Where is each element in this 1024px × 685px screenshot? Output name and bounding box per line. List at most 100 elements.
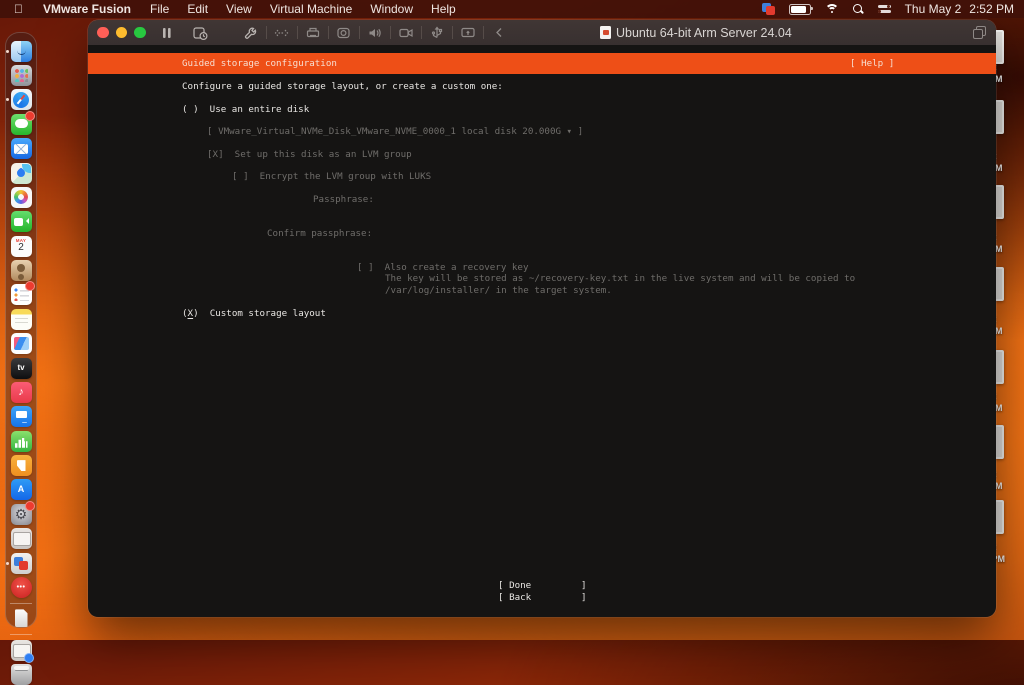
pause-vm-button[interactable] bbox=[156, 24, 178, 42]
dock-item-trash[interactable] bbox=[10, 664, 32, 685]
dock-item-facetime[interactable] bbox=[10, 211, 32, 233]
printer-icon[interactable] bbox=[302, 24, 324, 42]
menu-edit[interactable]: Edit bbox=[178, 2, 217, 16]
dock-item-numbers[interactable] bbox=[10, 430, 32, 452]
safari-icon bbox=[10, 89, 32, 111]
sharing-icon[interactable] bbox=[457, 24, 479, 42]
dock-item-reminders[interactable] bbox=[10, 281, 35, 306]
usb-icon[interactable] bbox=[426, 24, 448, 42]
battery-icon[interactable] bbox=[788, 3, 813, 15]
checkbox-encrypt-luks[interactable]: [ ] Encrypt the LVM group with LUKS bbox=[232, 171, 431, 182]
prompt-text: Configure a guided storage layout, or cr… bbox=[182, 81, 503, 92]
disk-selector[interactable]: [ VMware_Virtual_NVMe_Disk_VMware_NVME_0… bbox=[207, 126, 583, 137]
checkbox-recovery-key[interactable]: [ ] Also create a recovery key bbox=[357, 262, 528, 273]
dock: MAY 2 tv ♪ A ⚙ ••• bbox=[5, 32, 37, 685]
control-center-icon[interactable] bbox=[877, 4, 891, 14]
calendar-icon: MAY 2 bbox=[10, 235, 32, 257]
snapshots-button[interactable] bbox=[190, 24, 212, 42]
dock-item-contacts[interactable] bbox=[10, 260, 32, 282]
trash-icon bbox=[10, 664, 32, 685]
zoom-button[interactable] bbox=[134, 26, 146, 39]
settings-wrench-icon[interactable] bbox=[240, 24, 262, 42]
vmware-status-icon[interactable] bbox=[761, 3, 775, 15]
clock-time: 2:52 PM bbox=[969, 2, 1014, 16]
apple-menu-icon[interactable]:  bbox=[14, 2, 23, 16]
dock-item-music[interactable]: ♪ bbox=[10, 381, 32, 403]
minimize-button[interactable] bbox=[115, 26, 127, 39]
dock-item-window-thumb[interactable] bbox=[10, 528, 32, 550]
dock-divider bbox=[10, 634, 32, 635]
notes-icon bbox=[10, 308, 32, 330]
menu-help[interactable]: Help bbox=[422, 2, 465, 16]
menu-clock[interactable]: Thu May 2 2:52 PM bbox=[905, 2, 1014, 16]
facetime-icon bbox=[10, 211, 32, 233]
vmware-vm-window: Ubuntu 64-bit Arm Server 24.04 Guided st… bbox=[88, 20, 996, 617]
wifi-icon[interactable] bbox=[824, 3, 839, 15]
dock-item-maps[interactable] bbox=[10, 162, 32, 184]
photos-icon bbox=[10, 186, 32, 208]
finder-icon bbox=[10, 40, 32, 62]
dock-item-safari[interactable] bbox=[5, 89, 32, 111]
dock-item-appstore[interactable]: A bbox=[10, 479, 32, 501]
menu-virtual-machine[interactable]: Virtual Machine bbox=[261, 2, 362, 16]
notification-badge bbox=[24, 110, 35, 121]
video-camera-icon[interactable] bbox=[395, 24, 417, 42]
menu-file[interactable]: File bbox=[141, 2, 178, 16]
running-indicator-dot bbox=[5, 49, 9, 53]
document-icon bbox=[11, 608, 32, 629]
dock-item-document[interactable] bbox=[11, 608, 32, 629]
dock-item-photos[interactable] bbox=[10, 186, 32, 208]
search-icon[interactable] bbox=[852, 3, 864, 15]
maps-icon bbox=[10, 162, 32, 184]
clock-date: Thu May 2 bbox=[904, 2, 962, 16]
dock-item-notes[interactable] bbox=[10, 308, 32, 330]
menu-view[interactable]: View bbox=[217, 2, 261, 16]
checkbox-lvm-group[interactable]: [X] Set up this disk as an LVM group bbox=[207, 149, 412, 160]
button-done[interactable]: [ Done ] bbox=[498, 580, 587, 591]
keynote-icon bbox=[10, 406, 32, 428]
dock-item-settings[interactable]: ⚙ bbox=[10, 500, 35, 525]
radio-custom-storage-layout[interactable]: (X) Custom storage layout bbox=[182, 308, 326, 319]
dock-item-messages[interactable] bbox=[10, 110, 35, 135]
running-indicator-dot bbox=[5, 561, 9, 565]
sound-icon[interactable] bbox=[364, 24, 386, 42]
dock-item-news[interactable] bbox=[10, 333, 32, 355]
pages-icon bbox=[10, 455, 32, 477]
recovery-key-info-line2: /var/log/installer/ in the target system… bbox=[385, 284, 612, 296]
collapse-toolbar-icon[interactable] bbox=[488, 24, 510, 42]
radio-use-entire-disk[interactable]: ( ) Use an entire disk bbox=[182, 104, 309, 115]
dock-item-reddot[interactable]: ••• bbox=[10, 576, 32, 598]
button-back[interactable]: [ Back ] bbox=[498, 592, 587, 603]
dock-item-window-thumb2[interactable] bbox=[10, 639, 34, 663]
dock-item-calendar[interactable]: MAY 2 bbox=[10, 235, 32, 257]
menu-window[interactable]: Window bbox=[361, 2, 422, 16]
dock-item-keynote[interactable] bbox=[10, 406, 32, 428]
appstore-icon: A bbox=[10, 479, 32, 501]
label-confirm-passphrase: Confirm passphrase: bbox=[267, 228, 373, 239]
dock-item-vmware[interactable] bbox=[5, 552, 32, 574]
mail-icon bbox=[10, 138, 32, 160]
dock-item-pages[interactable] bbox=[10, 455, 32, 477]
dock-item-mail[interactable] bbox=[10, 138, 32, 160]
installer-header-title: Guided storage configuration bbox=[182, 58, 337, 69]
camera-icon[interactable] bbox=[333, 24, 355, 42]
help-button[interactable]: [ Help ] bbox=[850, 58, 894, 69]
menu-vmware-fusion[interactable]: VMware Fusion bbox=[33, 2, 141, 16]
close-button[interactable] bbox=[97, 26, 109, 39]
vm-document-icon bbox=[600, 26, 611, 39]
contacts-icon bbox=[10, 260, 32, 282]
fullscreen-icon[interactable] bbox=[973, 26, 986, 39]
vm-terminal-screen: Guided storage configuration [ Help ] Co… bbox=[88, 45, 996, 617]
record-dots-icon: ••• bbox=[10, 576, 32, 598]
dock-item-launchpad[interactable] bbox=[10, 65, 32, 87]
appletv-icon: tv bbox=[10, 357, 32, 379]
window-title: Ubuntu 64-bit Arm Server 24.04 bbox=[600, 20, 792, 45]
dock-item-tv[interactable]: tv bbox=[10, 357, 32, 379]
minimized-window-icon bbox=[10, 528, 32, 550]
dock-item-finder[interactable] bbox=[5, 40, 32, 62]
news-icon bbox=[10, 333, 32, 355]
vmware-fusion-icon bbox=[10, 552, 32, 574]
label-passphrase: Passphrase: bbox=[313, 193, 374, 205]
window-titlebar: Ubuntu 64-bit Arm Server 24.04 bbox=[88, 20, 996, 45]
resize-arrows-icon[interactable] bbox=[271, 24, 293, 42]
